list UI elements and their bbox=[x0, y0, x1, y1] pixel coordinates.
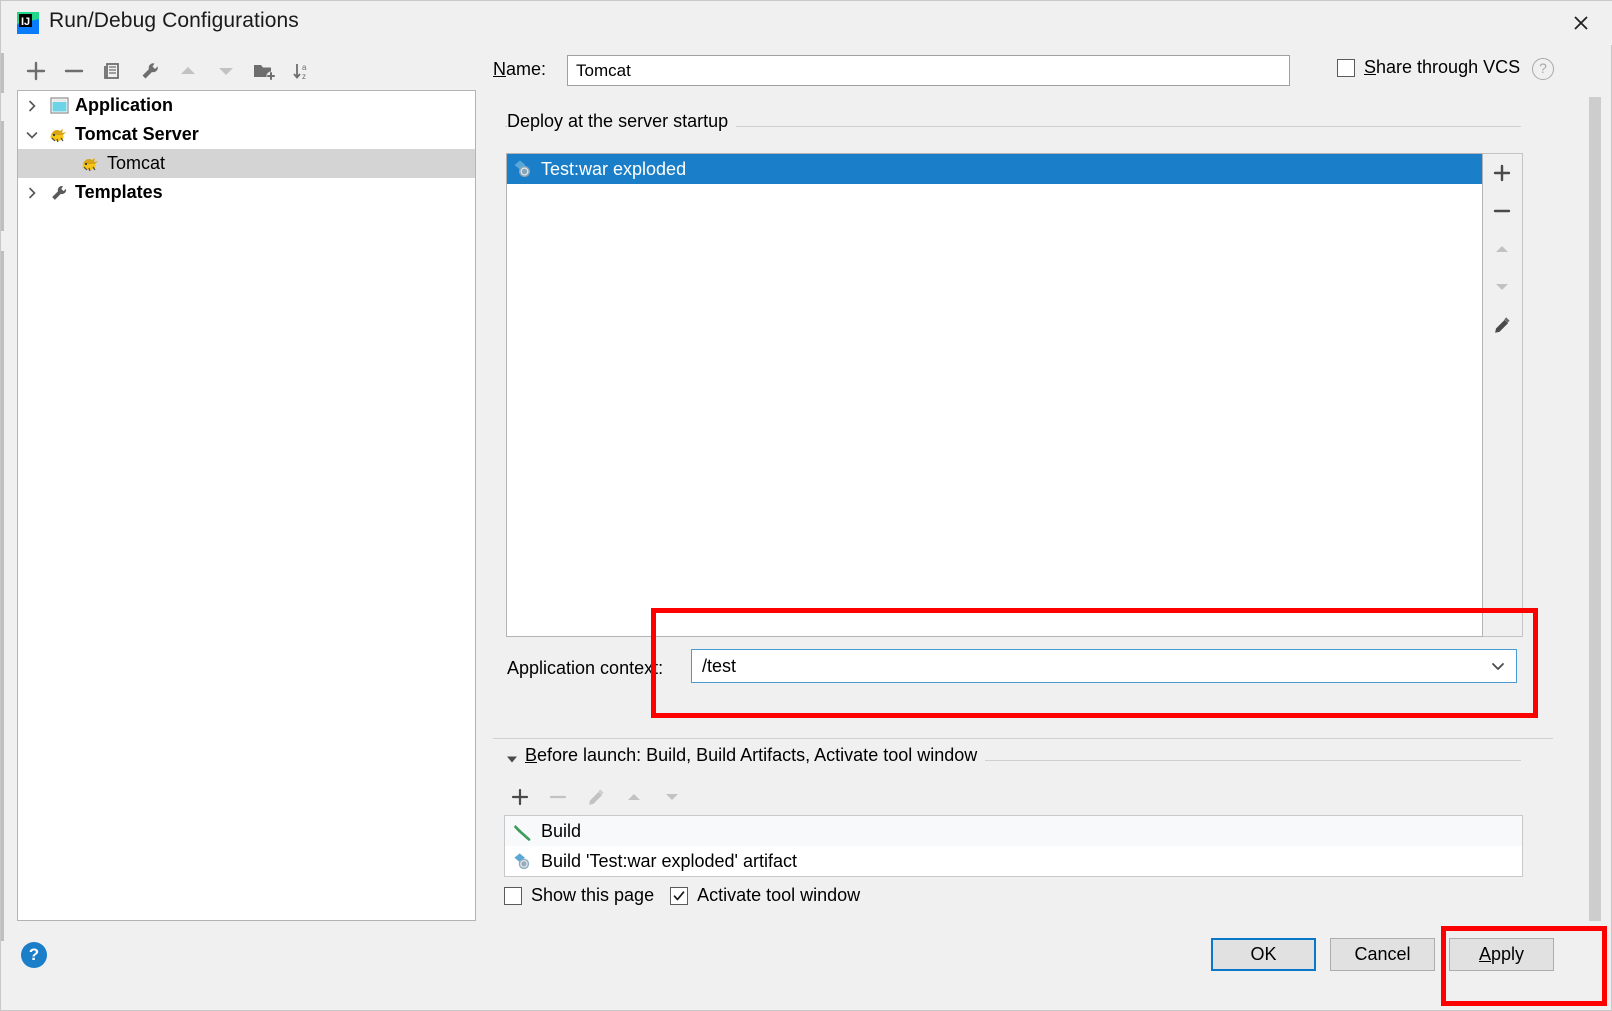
before-launch-title-rest: efore launch: Build, Build Artifacts, Ac… bbox=[537, 745, 978, 765]
share-through-vcs-checkbox[interactable]: Share through VCS bbox=[1337, 57, 1520, 78]
main-scrollbar-thumb[interactable] bbox=[1589, 97, 1601, 921]
share-label-rest: hare through VCS bbox=[1376, 57, 1521, 77]
name-input[interactable] bbox=[567, 55, 1290, 86]
run-debug-configurations-dialog: IJ Run/Debug Configurations a z Applicat… bbox=[0, 0, 1612, 1011]
tree-item-tomcat-server[interactable]: Tomcat Server bbox=[18, 120, 475, 149]
apply-label-rest: pply bbox=[1490, 944, 1525, 964]
checkbox-box[interactable] bbox=[1337, 58, 1355, 77]
list-item[interactable]: Build 'Test:war exploded' artifact bbox=[505, 846, 1522, 876]
artifact-icon bbox=[513, 852, 532, 871]
svg-text:IJ: IJ bbox=[21, 16, 30, 28]
before-launch-move-down-button[interactable] bbox=[653, 780, 691, 814]
before-launch-title: Before launch: Build, Build Artifacts, A… bbox=[525, 745, 986, 766]
deploy-move-up-button[interactable] bbox=[1483, 230, 1521, 268]
show-this-page-label: Show this page bbox=[531, 885, 655, 905]
deploy-list-toolbar bbox=[1483, 153, 1523, 637]
chevron-down-icon[interactable] bbox=[18, 120, 46, 149]
deploy-group-title: Deploy at the server startup bbox=[507, 111, 737, 132]
chevron-right-icon[interactable] bbox=[18, 178, 46, 207]
question-mark-icon[interactable]: ? bbox=[1532, 58, 1554, 80]
edit-templates-button[interactable] bbox=[131, 54, 169, 88]
before-launch-options: Show this page Activate tool window bbox=[504, 885, 860, 906]
tree-item-templates[interactable]: Templates bbox=[18, 178, 475, 207]
chevron-right-icon[interactable] bbox=[18, 91, 46, 120]
cancel-button[interactable]: Cancel bbox=[1330, 938, 1435, 971]
deploy-edit-button[interactable] bbox=[1483, 306, 1521, 344]
show-this-page-checkbox[interactable]: Show this page bbox=[504, 885, 654, 906]
name-label: Name: bbox=[493, 59, 546, 80]
configurations-tree[interactable]: Application Tomcat Server Tomcat Templat… bbox=[17, 90, 476, 921]
window-edge-sliver bbox=[1, 121, 4, 231]
list-item[interactable]: Test:war exploded bbox=[507, 154, 1482, 184]
application-context-combobox[interactable] bbox=[691, 649, 1517, 683]
move-down-button[interactable] bbox=[207, 54, 245, 88]
tree-item-label: Tomcat Server bbox=[75, 124, 199, 144]
main-scrollbar[interactable] bbox=[1587, 97, 1603, 921]
tomcat-icon bbox=[78, 153, 104, 175]
application-icon bbox=[46, 95, 72, 117]
deploy-artifacts-list[interactable]: Test:war exploded bbox=[506, 153, 1483, 637]
remove-configuration-button[interactable] bbox=[55, 54, 93, 88]
before-launch-tasks-list[interactable]: Build Build 'Test:war exploded' artifact bbox=[504, 815, 1523, 877]
artifact-icon bbox=[513, 159, 533, 179]
chevron-down-icon[interactable] bbox=[1480, 650, 1516, 682]
share-mnemonic: S bbox=[1364, 57, 1377, 77]
before-launch-remove-button[interactable] bbox=[539, 780, 577, 814]
move-up-button[interactable] bbox=[169, 54, 207, 88]
add-configuration-button[interactable] bbox=[17, 54, 55, 88]
section-divider bbox=[493, 738, 1553, 739]
page-title: Run/Debug Configurations bbox=[49, 9, 299, 32]
name-label-rest: ame: bbox=[506, 59, 547, 79]
list-item[interactable]: Build bbox=[505, 816, 1522, 846]
triangle-down-icon[interactable] bbox=[501, 748, 523, 770]
tree-item-tomcat[interactable]: Tomcat bbox=[18, 149, 475, 178]
deploy-remove-button[interactable] bbox=[1483, 192, 1521, 230]
title-bar: IJ Run/Debug Configurations bbox=[1, 1, 1612, 45]
close-icon[interactable] bbox=[1561, 5, 1601, 41]
checkbox-box-checked[interactable] bbox=[670, 886, 689, 905]
before-launch-toolbar bbox=[501, 779, 691, 815]
apply-button[interactable]: Apply bbox=[1449, 938, 1554, 971]
window-edge-sliver bbox=[1, 53, 4, 93]
application-context-input[interactable] bbox=[692, 654, 1480, 678]
svg-text:z: z bbox=[302, 72, 306, 81]
svg-text:a: a bbox=[302, 63, 307, 72]
window-edge-sliver bbox=[1, 251, 4, 941]
sort-az-icon[interactable]: a z bbox=[283, 54, 321, 88]
tree-item-label: Templates bbox=[75, 182, 163, 202]
tomcat-icon bbox=[46, 124, 72, 146]
before-launch-mnemonic: B bbox=[525, 745, 538, 765]
configuration-settings-panel: Deploy at the server startup Test:war ex… bbox=[493, 97, 1553, 921]
configurations-toolbar: a z bbox=[17, 53, 477, 89]
list-item-label: Build 'Test:war exploded' artifact bbox=[541, 850, 797, 871]
name-label-mnemonic: N bbox=[493, 59, 506, 79]
apply-mnemonic: A bbox=[1478, 944, 1491, 964]
hammer-icon bbox=[513, 822, 532, 841]
share-through-vcs-label: Share through VCS bbox=[1364, 57, 1520, 78]
deploy-move-down-button[interactable] bbox=[1483, 268, 1521, 306]
ok-button[interactable]: OK bbox=[1211, 938, 1316, 971]
tree-item-application[interactable]: Application bbox=[18, 91, 475, 120]
help-icon[interactable]: ? bbox=[21, 942, 47, 968]
before-launch-add-button[interactable] bbox=[501, 780, 539, 814]
wrench-icon bbox=[46, 182, 72, 204]
application-context-label: Application context: bbox=[507, 658, 664, 678]
tree-item-label: Application bbox=[75, 95, 173, 115]
before-launch-edit-button[interactable] bbox=[577, 780, 615, 814]
activate-tool-window-checkbox[interactable]: Activate tool window bbox=[670, 885, 860, 906]
list-item-label: Build bbox=[541, 820, 582, 841]
intellij-idea-icon: IJ bbox=[17, 12, 39, 34]
checkbox-box[interactable] bbox=[504, 886, 522, 905]
copy-configuration-button[interactable] bbox=[93, 54, 131, 88]
list-item-label: Test:war exploded bbox=[541, 158, 687, 179]
folder-add-icon[interactable] bbox=[245, 54, 283, 88]
activate-tool-window-label: Activate tool window bbox=[697, 885, 861, 905]
before-launch-move-up-button[interactable] bbox=[615, 780, 653, 814]
tree-item-label: Tomcat bbox=[107, 153, 166, 173]
deploy-add-button[interactable] bbox=[1483, 154, 1521, 192]
